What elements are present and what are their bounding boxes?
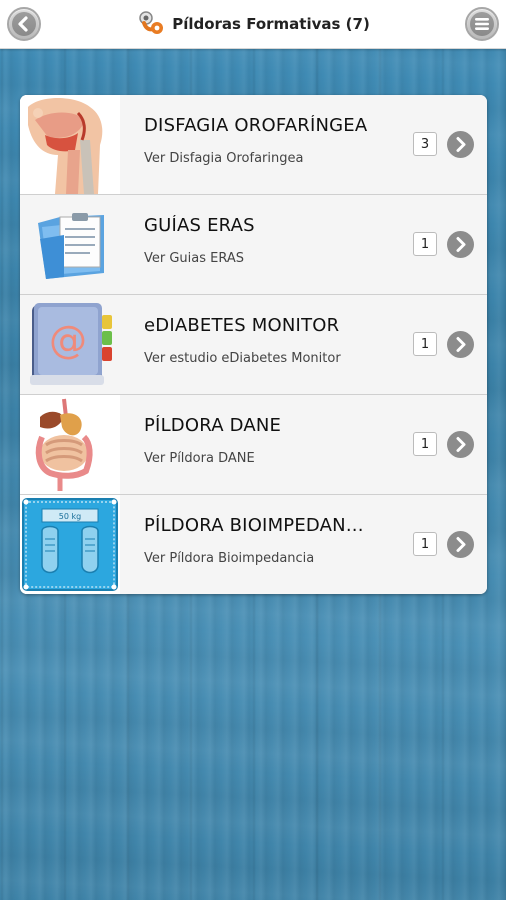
chevron-right-icon[interactable] [447, 231, 474, 258]
svg-text:@: @ [49, 318, 87, 362]
list-item[interactable]: 50 kg PÍLDORA BIOIMPEDAN... Ver Píldora … [20, 495, 487, 594]
item-subtitle: Ver Guias ERAS [144, 251, 245, 266]
item-subtitle: Ver Píldora DANE [144, 451, 255, 466]
item-title: eDIABETES MONITOR [144, 315, 340, 336]
header-title-group: Píldoras Formativas (7) [0, 0, 506, 48]
list-item[interactable]: PÍLDORA DANE Ver Píldora DANE 1 [20, 395, 487, 495]
chevron-right-icon[interactable] [447, 331, 474, 358]
scale-display-text: 50 kg [59, 512, 81, 521]
list-item[interactable]: DISFAGIA OROFARÍNGEA Ver Disfagia Orofar… [20, 95, 487, 195]
item-subtitle: Ver Disfagia Orofaringea [144, 151, 304, 166]
menu-icon [475, 18, 489, 30]
chevron-right-icon[interactable] [447, 431, 474, 458]
chevron-right-icon[interactable] [447, 531, 474, 558]
digestive-system-icon [20, 395, 120, 494]
list-item[interactable]: @ eDIABETES MONITOR Ver estudio eDiabete… [20, 295, 487, 395]
list-item[interactable]: GUÍAS ERAS Ver Guias ERAS 1 [20, 195, 487, 295]
item-count-badge: 1 [413, 232, 437, 256]
address-book-icon: @ [20, 295, 120, 394]
item-count-badge: 1 [413, 432, 437, 456]
menu-button[interactable] [465, 7, 499, 41]
pill-list: DISFAGIA OROFARÍNGEA Ver Disfagia Orofar… [20, 95, 487, 594]
item-subtitle: Ver estudio eDiabetes Monitor [144, 351, 341, 366]
chevron-right-icon[interactable] [447, 131, 474, 158]
item-title: GUÍAS ERAS [144, 215, 255, 236]
item-count-badge: 3 [413, 132, 437, 156]
item-title: PÍLDORA BIOIMPEDAN... [144, 515, 364, 536]
bathroom-scale-icon: 50 kg [20, 495, 120, 594]
item-count-badge: 1 [413, 532, 437, 556]
throat-anatomy-icon [20, 95, 120, 194]
item-count-badge: 1 [413, 332, 437, 356]
app-logo-icon [139, 11, 164, 34]
item-title: DISFAGIA OROFARÍNGEA [144, 115, 368, 136]
item-subtitle: Ver Píldora Bioimpedancia [144, 551, 315, 566]
folder-clipboard-icon [20, 195, 120, 294]
top-bar: Píldoras Formativas (7) [0, 0, 506, 49]
page-title: Píldoras Formativas (7) [172, 15, 370, 33]
item-title: PÍLDORA DANE [144, 415, 282, 436]
